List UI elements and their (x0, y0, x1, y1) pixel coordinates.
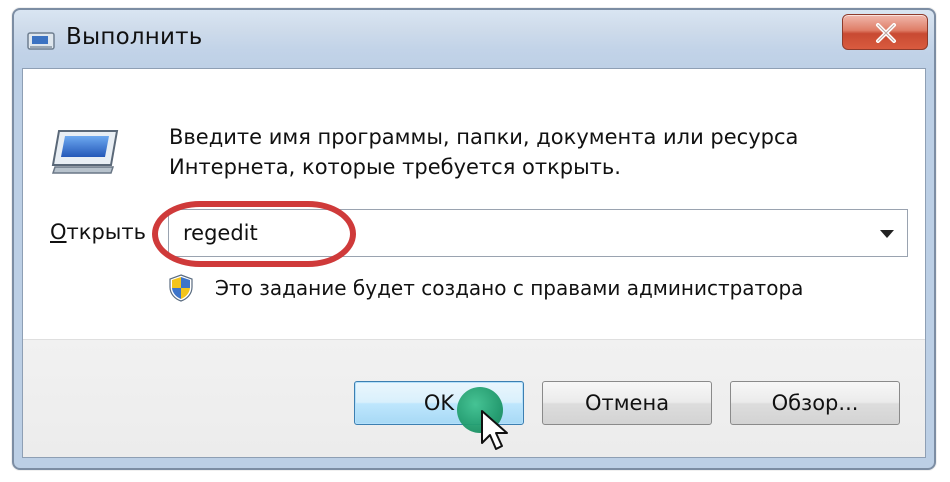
open-input[interactable] (183, 218, 863, 248)
admin-note: Это задание будет создано с правами адми… (215, 276, 804, 300)
run-dialog-window: Выполнить Введите имя программы, папки, … (12, 8, 936, 470)
close-button[interactable] (842, 14, 928, 50)
browse-button[interactable]: Обзор... (730, 381, 900, 425)
title-bar[interactable]: Выполнить (14, 10, 934, 70)
window-title: Выполнить (66, 24, 203, 50)
uac-shield-icon (169, 274, 193, 302)
chevron-down-icon (880, 230, 894, 238)
open-label-text: ткрыть (66, 220, 146, 244)
ok-button[interactable]: OK (354, 381, 524, 425)
dropdown-button[interactable] (875, 218, 901, 248)
open-combobox[interactable] (168, 209, 908, 257)
cancel-button[interactable]: Отмена (542, 381, 712, 425)
open-label-accelerator: О (50, 220, 67, 244)
dialog-body: Введите имя программы, папки, документа … (23, 69, 925, 337)
run-icon (27, 31, 55, 51)
close-icon (876, 23, 896, 43)
open-label: Открыть (50, 220, 146, 244)
dialog-client-area: Введите имя программы, папки, документа … (22, 68, 926, 458)
run-icon (51, 127, 123, 175)
dialog-description: Введите имя программы, папки, документа … (169, 125, 799, 179)
